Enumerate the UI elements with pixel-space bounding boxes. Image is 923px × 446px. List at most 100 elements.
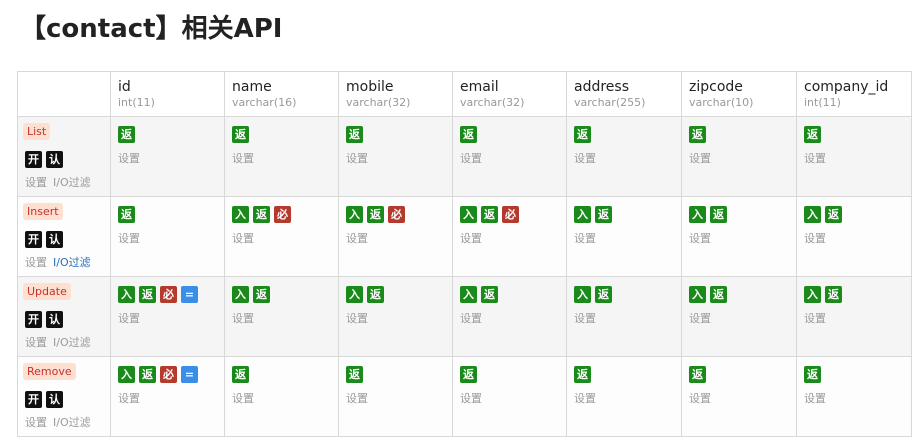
return-badge[interactable]: 返 [367, 286, 384, 303]
return-badge[interactable]: 返 [574, 366, 591, 383]
return-badge[interactable]: 返 [232, 366, 249, 383]
settings-link[interactable]: 设置 [689, 392, 711, 406]
operation-label[interactable]: Remove [23, 363, 76, 380]
field-badges: 入返必 [232, 206, 295, 225]
return-badge[interactable]: 返 [481, 206, 498, 223]
settings-link[interactable]: 设置 [232, 392, 254, 406]
return-badge[interactable]: 返 [804, 126, 821, 143]
open-badge[interactable]: 开 [25, 391, 42, 408]
settings-link[interactable]: 设置 [25, 256, 47, 269]
return-badge[interactable]: 返 [346, 366, 363, 383]
settings-link[interactable]: 设置 [346, 232, 368, 246]
settings-link[interactable]: 设置 [118, 152, 140, 166]
auth-badge[interactable]: 认 [46, 391, 63, 408]
required-badge[interactable]: 必 [274, 206, 291, 223]
operation-label[interactable]: Update [23, 283, 71, 300]
settings-link[interactable]: 设置 [232, 232, 254, 246]
io-filter-link[interactable]: I/O过滤 [53, 336, 91, 349]
return-badge[interactable]: 返 [804, 366, 821, 383]
input-badge[interactable]: 入 [574, 286, 591, 303]
field-badges: 返 [232, 126, 253, 145]
settings-link[interactable]: 设置 [689, 152, 711, 166]
auth-badge[interactable]: 认 [46, 231, 63, 248]
settings-link[interactable]: 设置 [25, 176, 47, 189]
input-badge[interactable]: 入 [346, 206, 363, 223]
io-filter-link[interactable]: I/O过滤 [53, 256, 91, 269]
return-badge[interactable]: 返 [253, 206, 270, 223]
settings-link[interactable]: 设置 [804, 232, 826, 246]
settings-link[interactable]: 设置 [804, 312, 826, 326]
settings-link[interactable]: 设置 [25, 336, 47, 349]
return-badge[interactable]: 返 [139, 366, 156, 383]
return-badge[interactable]: 返 [710, 206, 727, 223]
return-badge[interactable]: 返 [118, 206, 135, 223]
open-badge[interactable]: 开 [25, 311, 42, 328]
settings-link[interactable]: 设置 [346, 152, 368, 166]
input-badge[interactable]: 入 [346, 286, 363, 303]
return-badge[interactable]: 返 [460, 126, 477, 143]
settings-link[interactable]: 设置 [804, 392, 826, 406]
equals-badge[interactable]: = [181, 286, 198, 303]
input-badge[interactable]: 入 [232, 286, 249, 303]
io-filter-link[interactable]: I/O过滤 [53, 176, 91, 189]
input-badge[interactable]: 入 [574, 206, 591, 223]
settings-link[interactable]: 设置 [346, 312, 368, 326]
settings-link[interactable]: 设置 [118, 392, 140, 406]
field-badges: 返 [232, 366, 253, 385]
settings-link[interactable]: 设置 [460, 232, 482, 246]
auth-badge[interactable]: 认 [46, 151, 63, 168]
equals-badge[interactable]: = [181, 366, 198, 383]
settings-link[interactable]: 设置 [118, 232, 140, 246]
required-badge[interactable]: 必 [388, 206, 405, 223]
open-badge[interactable]: 开 [25, 231, 42, 248]
return-badge[interactable]: 返 [139, 286, 156, 303]
input-badge[interactable]: 入 [460, 206, 477, 223]
settings-link[interactable]: 设置 [574, 232, 596, 246]
operation-label[interactable]: Insert [23, 203, 63, 220]
return-badge[interactable]: 返 [460, 366, 477, 383]
operation-label[interactable]: List [23, 123, 51, 140]
return-badge[interactable]: 返 [689, 366, 706, 383]
return-badge[interactable]: 返 [710, 286, 727, 303]
return-badge[interactable]: 返 [232, 126, 249, 143]
settings-link[interactable]: 设置 [25, 416, 47, 429]
return-badge[interactable]: 返 [118, 126, 135, 143]
input-badge[interactable]: 入 [232, 206, 249, 223]
settings-link[interactable]: 设置 [118, 312, 140, 326]
return-badge[interactable]: 返 [595, 206, 612, 223]
settings-link[interactable]: 设置 [574, 312, 596, 326]
settings-link[interactable]: 设置 [346, 392, 368, 406]
return-badge[interactable]: 返 [825, 286, 842, 303]
settings-link[interactable]: 设置 [232, 312, 254, 326]
input-badge[interactable]: 入 [689, 206, 706, 223]
return-badge[interactable]: 返 [595, 286, 612, 303]
required-badge[interactable]: 必 [160, 366, 177, 383]
settings-link[interactable]: 设置 [574, 152, 596, 166]
input-badge[interactable]: 入 [118, 366, 135, 383]
settings-link[interactable]: 设置 [574, 392, 596, 406]
settings-link[interactable]: 设置 [460, 392, 482, 406]
settings-link[interactable]: 设置 [460, 152, 482, 166]
input-badge[interactable]: 入 [460, 286, 477, 303]
return-badge[interactable]: 返 [689, 126, 706, 143]
settings-link[interactable]: 设置 [804, 152, 826, 166]
input-badge[interactable]: 入 [118, 286, 135, 303]
auth-badge[interactable]: 认 [46, 311, 63, 328]
settings-link[interactable]: 设置 [689, 312, 711, 326]
return-badge[interactable]: 返 [346, 126, 363, 143]
return-badge[interactable]: 返 [253, 286, 270, 303]
input-badge[interactable]: 入 [804, 286, 821, 303]
settings-link[interactable]: 设置 [460, 312, 482, 326]
input-badge[interactable]: 入 [689, 286, 706, 303]
return-badge[interactable]: 返 [367, 206, 384, 223]
settings-link[interactable]: 设置 [232, 152, 254, 166]
open-badge[interactable]: 开 [25, 151, 42, 168]
io-filter-link[interactable]: I/O过滤 [53, 416, 91, 429]
required-badge[interactable]: 必 [160, 286, 177, 303]
settings-link[interactable]: 设置 [689, 232, 711, 246]
return-badge[interactable]: 返 [825, 206, 842, 223]
return-badge[interactable]: 返 [481, 286, 498, 303]
required-badge[interactable]: 必 [502, 206, 519, 223]
return-badge[interactable]: 返 [574, 126, 591, 143]
input-badge[interactable]: 入 [804, 206, 821, 223]
